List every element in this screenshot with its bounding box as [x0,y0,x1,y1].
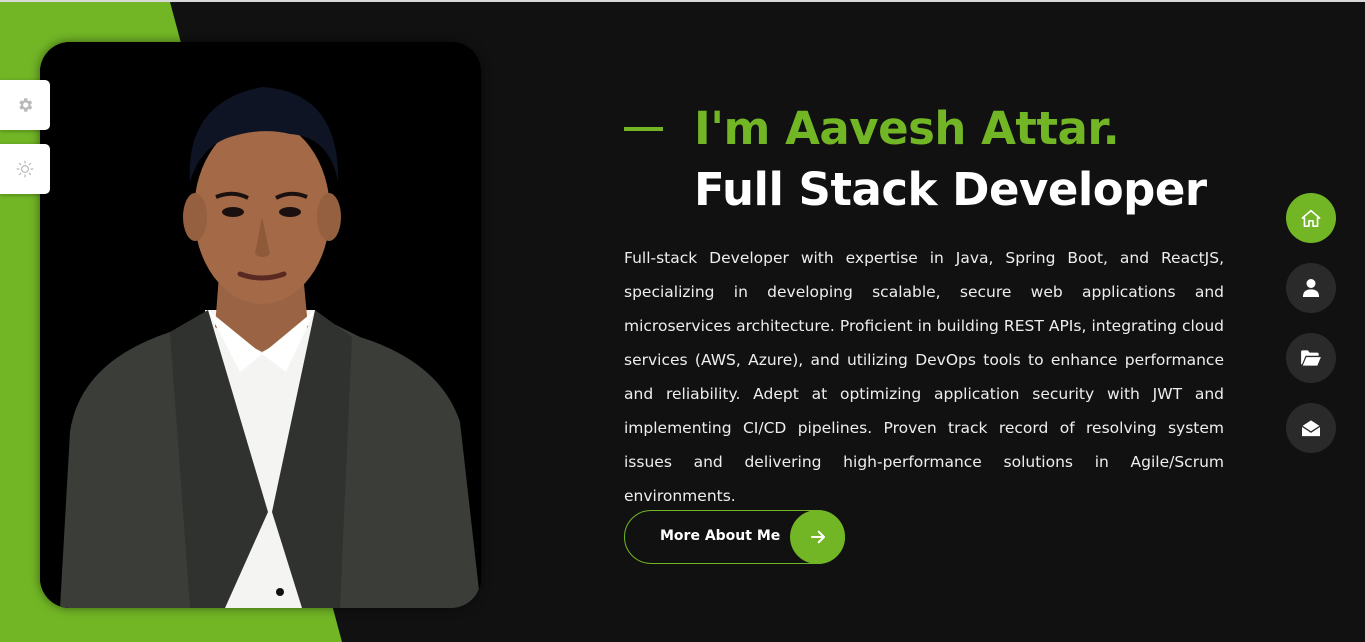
hero-role: Full Stack Developer [694,163,1207,216]
theme-toggle-button[interactable] [0,144,50,194]
nav-home-button[interactable] [1286,193,1336,243]
gear-icon [19,98,33,112]
settings-toggle-button[interactable] [0,80,50,130]
arrow-right-icon [810,530,825,544]
hero-bio: Full-stack Developer with expertise in J… [624,249,1224,505]
portrait-illustration [40,42,481,608]
more-about-me-button[interactable]: More About Me [624,510,845,564]
hero-greeting: I'm Aavesh Attar. [694,102,1120,155]
envelope-icon [1301,420,1321,437]
home-icon [1301,209,1321,227]
folder-icon [1301,350,1321,366]
nav-about-button[interactable] [1286,263,1336,313]
home-page: I'm Aavesh Attar. Full Stack Developer F… [0,0,1365,642]
sun-icon [16,160,34,178]
profile-photo [40,42,481,608]
nav-portfolio-button[interactable] [1286,333,1336,383]
nav-contact-button[interactable] [1286,403,1336,453]
more-about-me-label: More About Me [660,528,781,544]
arrow-circle [790,510,845,564]
user-icon [1302,279,1320,297]
title-accent-dash [624,127,663,131]
